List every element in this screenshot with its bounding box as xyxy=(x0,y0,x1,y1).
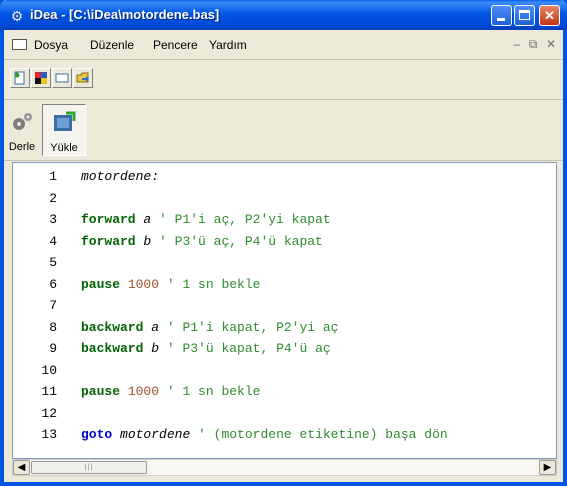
mdi-restore-icon[interactable]: ⧉ xyxy=(526,37,540,51)
code-text: forward a ' P1'i aç, P2'yi kapat xyxy=(81,212,331,227)
code-line[interactable]: 9 backward b ' P3'ü kapat, P4'ü aç xyxy=(13,341,556,361)
mdi-minimize-icon[interactable]: – xyxy=(510,37,524,51)
code-text: goto motordene ' (motordene etiketine) b… xyxy=(81,427,448,442)
line-number: 5 xyxy=(49,255,57,270)
upload-chip-icon xyxy=(54,111,76,131)
code-line[interactable]: 10 xyxy=(13,363,556,383)
title-bar[interactable]: ⚙ iDea - [C:\iDea\motordene.bas] ✕ xyxy=(0,0,567,30)
maximize-icon xyxy=(519,10,530,20)
keyword-token: forward xyxy=(81,233,136,249)
menu-duzenle[interactable]: Düzenle xyxy=(90,38,134,52)
main-toolbar xyxy=(4,60,563,100)
code-text: pause 1000 ' 1 sn bekle xyxy=(81,277,260,292)
open-file-button[interactable] xyxy=(31,68,51,88)
compile-label: Derle xyxy=(8,141,36,153)
line-number: 2 xyxy=(49,190,57,206)
code-line[interactable]: 8 backward a ' P1'i kapat, P2'yi aç xyxy=(13,320,556,340)
new-file-button[interactable] xyxy=(10,68,30,88)
line-number: 4 xyxy=(49,233,57,249)
comment-token: ' P1'i aç, P2'yi kapat xyxy=(151,212,331,227)
code-text: pause 1000 ' 1 sn bekle xyxy=(81,384,260,399)
code-line[interactable]: 3 forward a ' P1'i aç, P2'yi kapat xyxy=(13,212,556,232)
document-icon[interactable] xyxy=(12,39,27,50)
colored-blocks-icon xyxy=(35,72,47,84)
minimize-icon xyxy=(497,18,505,21)
line-number: 7 xyxy=(49,298,57,313)
code-line[interactable]: 6 pause 1000 ' 1 sn bekle xyxy=(13,277,556,297)
folder-open-icon xyxy=(76,72,89,83)
keyword-token: backward xyxy=(81,341,144,356)
horizontal-scrollbar[interactable]: ◀ ||| ▶ xyxy=(12,459,557,476)
line-number: 1 xyxy=(49,169,57,184)
window-title: iDea - [C:\iDea\motordene.bas] xyxy=(30,7,220,22)
blank-window-button[interactable] xyxy=(52,68,72,88)
code-editor[interactable]: 1 motordene: 2 3 forward a ' P1'i aç, P2'yi … xyxy=(12,162,557,459)
code-line[interactable]: 1 motordene: xyxy=(13,169,556,189)
scroll-right-arrow-icon[interactable]: ▶ xyxy=(539,460,556,475)
line-number: 9 xyxy=(49,341,57,356)
upload-button[interactable]: Yükle xyxy=(42,104,86,156)
code-line[interactable]: 4 forward b ' P3'ü aç, P4'ü kapat xyxy=(13,234,556,254)
code-line[interactable]: 7 xyxy=(13,298,556,318)
maximize-button[interactable] xyxy=(514,5,535,26)
menu-bar: Dosya Düzenle Pencere Yardım – ⧉ ✕ xyxy=(4,30,563,60)
line-number: 8 xyxy=(49,319,57,335)
menu-pencere[interactable]: Pencere xyxy=(153,38,198,52)
comment-token: ' P1'i kapat, P2'yi aç xyxy=(159,319,339,335)
comment-token: ' P3'ü aç, P4'ü kapat xyxy=(151,233,323,249)
line-number: 11 xyxy=(41,384,57,399)
blank-window-icon xyxy=(55,73,69,83)
app-icon: ⚙ xyxy=(10,8,24,24)
scroll-thumb[interactable]: ||| xyxy=(31,461,147,474)
line-number: 6 xyxy=(49,276,57,292)
close-icon: ✕ xyxy=(544,8,555,23)
compile-button[interactable]: Derle xyxy=(4,104,40,156)
close-button[interactable]: ✕ xyxy=(539,5,560,26)
comment-token: ' (motordene etiketine) başa dön xyxy=(190,427,448,442)
label-token: motordene: xyxy=(81,169,160,184)
folder-button[interactable] xyxy=(73,68,93,88)
menu-dosya[interactable]: Dosya xyxy=(34,38,68,52)
code-line[interactable]: 13 goto motordene ' (motordene etiketine)… xyxy=(13,427,556,447)
build-toolbar: Derle Yükle xyxy=(4,100,563,161)
line-number: 10 xyxy=(41,362,57,378)
code-line[interactable]: 11 pause 1000 ' 1 sn bekle xyxy=(13,384,556,404)
scroll-left-arrow-icon[interactable]: ◀ xyxy=(13,460,30,475)
gears-icon xyxy=(13,113,32,130)
keyword-token: backward xyxy=(81,319,144,335)
code-line[interactable]: 2 xyxy=(13,191,556,211)
line-number: 13 xyxy=(41,427,57,442)
comment-token: ' 1 sn bekle xyxy=(159,276,261,292)
code-text: motordene: xyxy=(81,169,159,184)
comment-token: ' 1 sn bekle xyxy=(159,384,261,399)
code-line[interactable]: 12 xyxy=(13,406,556,426)
code-line[interactable]: 5 xyxy=(13,255,556,275)
number-token: 1000 xyxy=(127,384,160,399)
new-file-icon xyxy=(14,71,25,85)
keyword-token: goto xyxy=(81,427,113,442)
code-text: backward a ' P1'i kapat, P2'yi aç xyxy=(81,320,338,335)
label-token: motordene xyxy=(120,427,191,442)
number-token: 1000 xyxy=(127,276,160,292)
upload-label: Yükle xyxy=(50,142,78,154)
mdi-close-icon[interactable]: ✕ xyxy=(544,37,558,51)
comment-token: ' P3'ü kapat, P4'ü aç xyxy=(159,341,331,356)
line-number: 3 xyxy=(49,212,57,227)
label-token: b xyxy=(151,341,160,356)
label-token: a xyxy=(151,319,160,335)
keyword-token: pause xyxy=(81,276,121,292)
code-text: backward b ' P3'ü kapat, P4'ü aç xyxy=(81,341,331,356)
app-window: ⚙ iDea - [C:\iDea\motordene.bas] ✕ Dosya… xyxy=(0,0,567,486)
keyword-token: forward xyxy=(81,212,136,227)
code-text: forward b ' P3'ü aç, P4'ü kapat xyxy=(81,234,323,249)
line-number: 12 xyxy=(41,405,57,421)
menu-yardim[interactable]: Yardım xyxy=(209,38,247,52)
minimize-button[interactable] xyxy=(491,5,512,26)
keyword-token: pause xyxy=(81,384,121,399)
